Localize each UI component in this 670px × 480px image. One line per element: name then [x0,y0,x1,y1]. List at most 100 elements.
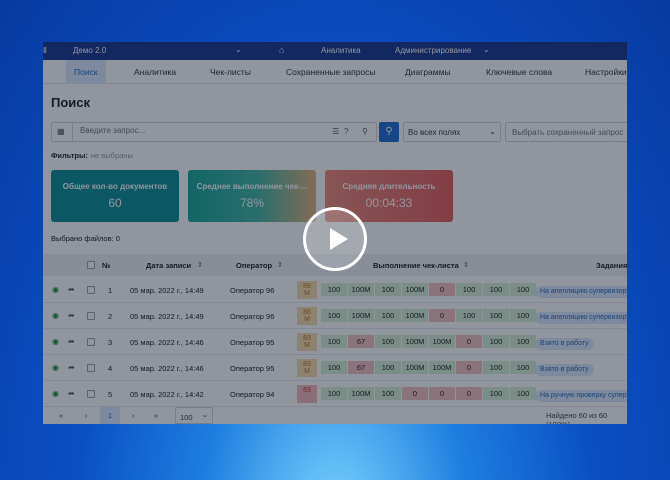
row-score-value: 88 [303,309,311,316]
field-select[interactable]: Во всех полях ⌄ [403,122,501,142]
checklist-cell: 100M [348,309,374,322]
first-page-button[interactable]: « [59,411,63,420]
checklist-cell: 100 [510,309,536,322]
row-date: 05 мар. 2022 г., 14:49 [130,312,204,321]
help-icon[interactable]: ? [344,127,348,136]
share-icon[interactable]: ➦ [68,389,75,398]
saved-query-select[interactable]: Выбрать сохраненный запрос [505,122,627,142]
home-icon[interactable]: ⌂ [279,45,284,55]
checklist-cell: 0 [429,387,455,400]
tab-bar: Поиск Аналитика Чек-листы Сохраненные за… [43,60,627,84]
share-icon[interactable]: ➦ [68,285,75,294]
table-row[interactable]: ◉ ➦ 3 05 мар. 2022 г., 14:46 Оператор 95 83 M 1… [43,329,627,355]
view-icon[interactable]: ◉ [52,389,59,398]
row-checkbox[interactable] [87,390,95,400]
tab-keywords[interactable]: Ключевые слова [486,67,552,77]
search-button[interactable]: ⚲ [379,122,399,142]
found-count: Найдено 60 из 60 (100%) [546,411,608,424]
tab-search[interactable]: Поиск [66,60,106,84]
checklist-cells: 100 67 100 100M 100M 0 100 100 [321,361,537,374]
task-tag[interactable]: Взято в работу [535,338,594,350]
view-icon[interactable]: ◉ [52,363,59,372]
row-score-sub: M [304,316,310,323]
checklist-cell: 100M [429,335,455,348]
row-checkbox[interactable] [87,338,95,348]
row-date: 05 мар. 2022 г., 14:46 [130,338,204,347]
row-score-value: 83 [303,361,311,368]
column-header-tasks: Задания [596,261,627,270]
column-header-operator[interactable]: Оператор [236,261,272,270]
checklist-cell: 100M [402,361,428,374]
column-header-checklist[interactable]: Выполнение чек-листа [373,261,459,270]
view-icon[interactable]: ◉ [52,285,59,294]
checklist-cell: 100M [402,309,428,322]
tab-analytics[interactable]: Аналитика [134,67,176,77]
last-page-button[interactable]: » [154,411,158,420]
chevron-down-icon[interactable]: ⌄ [235,45,242,54]
row-operator: Оператор 96 [230,286,275,295]
tab-diagrams[interactable]: Диаграммы [405,67,451,77]
checklist-cell: 100 [375,309,401,322]
task-tag[interactable]: На апелляцию супервизору [535,286,627,298]
next-page-button[interactable]: › [132,411,135,420]
task-tag[interactable]: На апелляцию супервизору [535,312,627,324]
play-button[interactable] [303,207,367,271]
view-icon[interactable]: ◉ [52,311,59,320]
checklist-cell: 100 [483,335,509,348]
filter-icon[interactable]: ⚲ [362,127,368,136]
checklist-cell: 0 [456,361,482,374]
nav-administration[interactable]: Администрирование [395,46,471,55]
row-score: 83 M [297,359,317,377]
view-icon[interactable]: ◉ [52,337,59,346]
calendar-icon[interactable]: ▦ [57,127,65,136]
select-all-checkbox[interactable] [87,261,95,271]
checklist-cell: 100M [402,335,428,348]
checklist-cell: 100M [429,361,455,374]
pagination: « ‹ 1 › » 100 ⌄ Найдено 60 из 60 (100%) [43,406,627,424]
sort-icon[interactable]: ⇕ [463,261,469,269]
checklist-cell: 100M [402,283,428,296]
task-tag[interactable]: Взято в работу [535,364,594,376]
share-icon[interactable]: ➦ [68,363,75,372]
row-operator: Оператор 95 [230,338,275,347]
share-icon[interactable]: ➦ [68,311,75,320]
row-date: 05 мар. 2022 г., 14:49 [130,286,204,295]
chevron-down-icon[interactable]: ⌄ [483,45,490,54]
stat-card-title: Средняя длительность [342,182,436,191]
checklist-cell: 100 [483,361,509,374]
tab-checklists[interactable]: Чек-листы [210,67,251,77]
per-page-select[interactable]: 100 ⌄ [175,407,213,424]
row-checkbox[interactable] [87,286,95,296]
row-checkbox[interactable] [87,364,95,374]
checklist-cell: 100 [510,361,536,374]
prev-page-button[interactable]: ‹ [85,411,88,420]
nav-analytics[interactable]: Аналитика [321,46,361,55]
sort-icon[interactable]: ⇕ [197,261,203,269]
sort-icon[interactable]: ⇕ [277,261,283,269]
column-header-date[interactable]: Дата записи [146,261,191,270]
sidebar-toggle-icon[interactable]: Ⅱ [43,46,47,55]
share-icon[interactable]: ➦ [68,337,75,346]
chevron-down-icon: ⌄ [201,410,208,419]
table-row[interactable]: ◉ ➦ 4 05 мар. 2022 г., 14:46 Оператор 95 83 M 1… [43,355,627,381]
checklist-cell: 100 [321,387,347,400]
search-input[interactable] [80,126,310,135]
checklist-cell: 100 [483,387,509,400]
table-row[interactable]: ◉ ➦ 5 05 мар. 2022 г., 14:42 Оператор 94 63 10… [43,381,627,407]
checklist-cell: 0 [456,387,482,400]
top-navbar: Ⅱ Демо 2.0 ⌄ ⌂ Аналитика Администрирован… [43,42,627,60]
row-score-value: 83 [303,335,311,342]
project-select[interactable]: Демо 2.0 [73,46,106,55]
task-tag[interactable]: На ручную проверку супервизору [535,390,627,402]
row-checkbox[interactable] [87,312,95,322]
divider [72,123,73,141]
table-row[interactable]: ◉ ➦ 1 05 мар. 2022 г., 14:49 Оператор 96 88 M 1… [43,277,627,303]
checklist-cell: 100 [375,361,401,374]
row-operator: Оператор 96 [230,312,275,321]
tab-saved-queries[interactable]: Сохраненные запросы [286,67,376,77]
page-button-current[interactable]: 1 [100,407,120,424]
table-row[interactable]: ◉ ➦ 2 05 мар. 2022 г., 14:49 Оператор 96 88 M 1… [43,303,627,329]
list-icon[interactable]: ☰ [332,127,339,136]
checklist-cells: 100 100M 100 100M 0 100 100 100 [321,283,537,296]
tab-settings[interactable]: Настройки [585,67,627,77]
